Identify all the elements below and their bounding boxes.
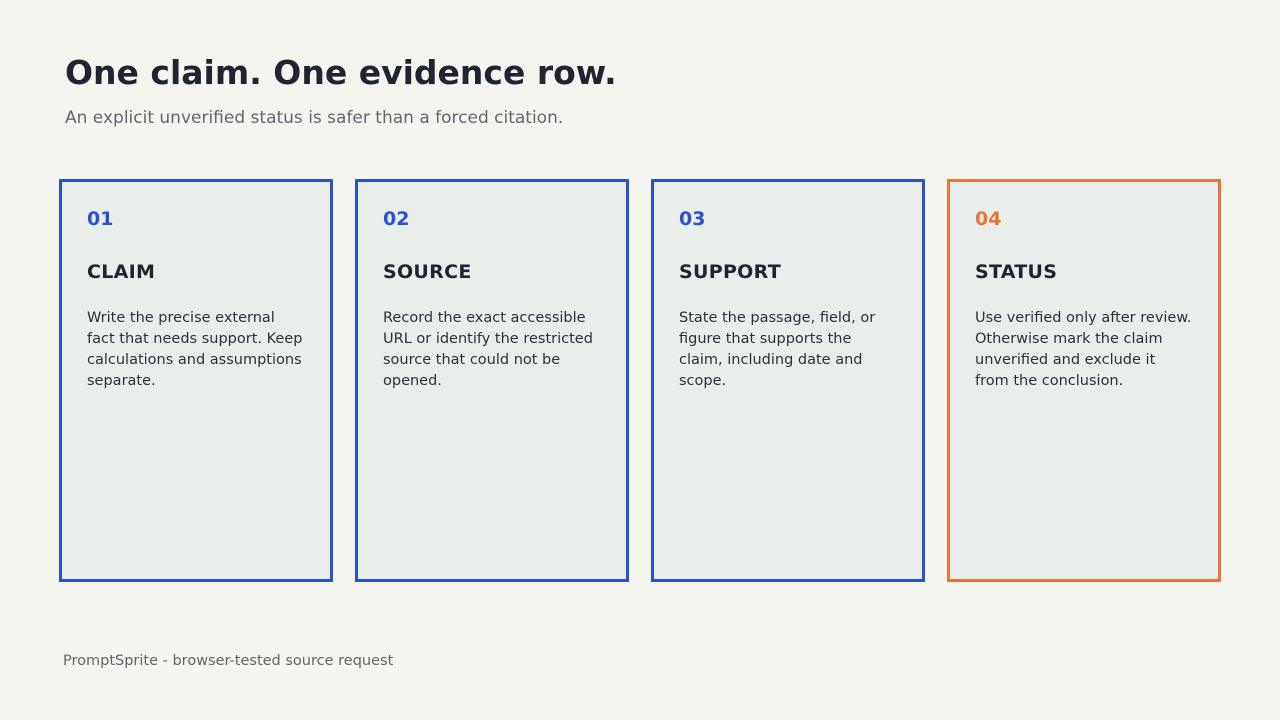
page-subtitle: An explicit unverified status is safer t…	[65, 108, 564, 128]
claim-card: 01 CLAIM Write the precise external fact…	[59, 179, 333, 582]
card-number: 03	[679, 208, 706, 230]
card-description: Use verified only after review. Otherwis…	[975, 310, 1192, 389]
support-card: 03 SUPPORT State the passage, field, or …	[651, 179, 925, 582]
card-description: State the passage, field, or figure that…	[679, 310, 876, 389]
card-description: Record the exact accessible URL or ident…	[383, 310, 593, 389]
source-card: 02 SOURCE Record the exact accessible UR…	[355, 179, 629, 582]
status-card: 04 STATUS Use verified only after review…	[947, 179, 1221, 582]
card-number: 01	[87, 208, 114, 230]
card-number: 04	[975, 208, 1002, 230]
card-title: SUPPORT	[679, 261, 781, 283]
card-title: STATUS	[975, 261, 1058, 283]
evidence-card-list: 01 CLAIM Write the precise external fact…	[59, 179, 1222, 582]
card-number: 02	[383, 208, 410, 230]
card-description: Write the precise external fact that nee…	[87, 310, 303, 389]
card-title: CLAIM	[87, 261, 156, 283]
card-title: SOURCE	[383, 261, 472, 283]
footer-text: PromptSprite - browser-tested source req…	[63, 653, 394, 669]
page-title: One claim. One evidence row.	[65, 53, 617, 92]
